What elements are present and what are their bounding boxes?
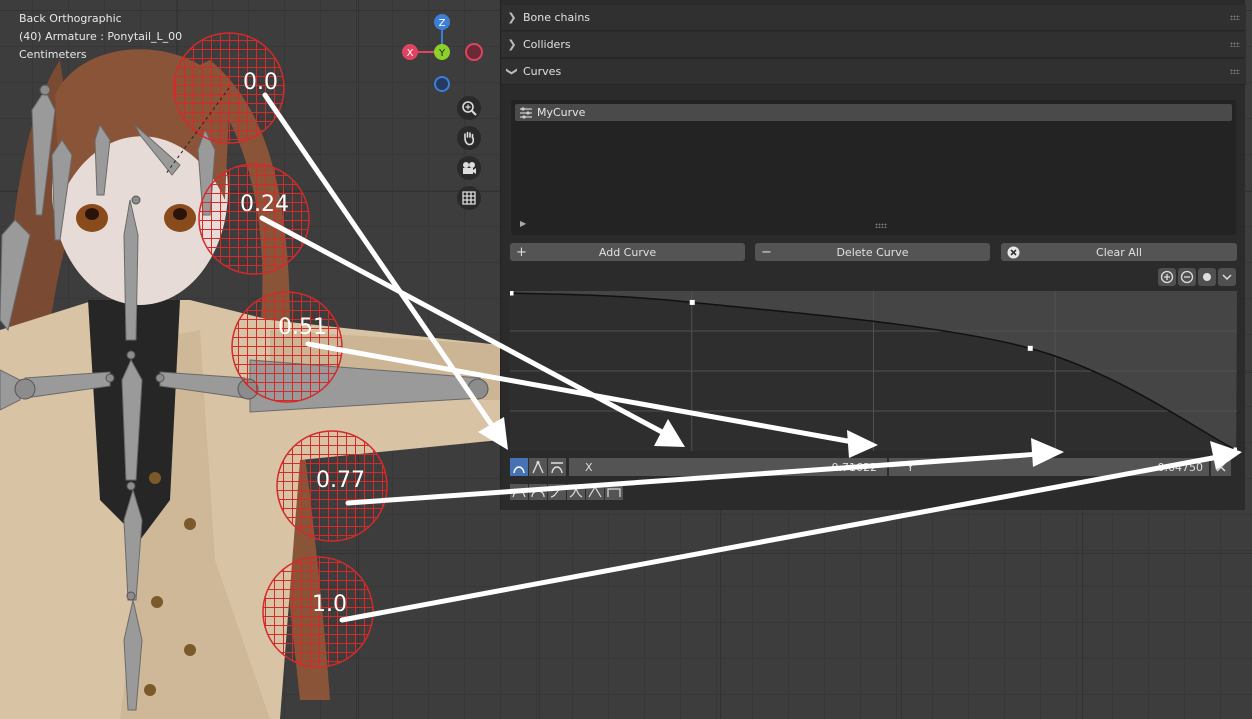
curve-graph[interactable] xyxy=(508,290,1239,453)
zoom-icon[interactable] xyxy=(457,96,481,120)
y-value-field[interactable]: Y 0.64750 xyxy=(889,458,1209,476)
close-circle-icon xyxy=(1007,243,1020,261)
section-bone-chains[interactable]: ❯ Bone chains xyxy=(501,5,1246,31)
hand-pan-icon[interactable] xyxy=(457,126,481,150)
section-label: Curves xyxy=(523,65,562,78)
delete-point-button[interactable] xyxy=(1211,458,1231,476)
gizmo-neg-z xyxy=(434,76,450,92)
y-label: Y xyxy=(907,460,914,474)
auto-handle-icon[interactable] xyxy=(510,458,528,476)
y-value: 0.64750 xyxy=(1157,460,1204,474)
curve-control-point[interactable] xyxy=(1027,345,1033,351)
preset-smooth-icon[interactable] xyxy=(510,484,528,500)
delete-curve-button[interactable]: − Delete Curve xyxy=(755,243,990,261)
camera-icon[interactable] xyxy=(457,156,481,180)
preset-linear-icon[interactable] xyxy=(586,484,604,500)
drag-grip-icon[interactable] xyxy=(1230,69,1240,74)
x-label: X xyxy=(585,460,593,474)
preset-sphere-icon[interactable] xyxy=(529,484,547,500)
preset-constant-icon[interactable] xyxy=(605,484,623,500)
plus-icon: + xyxy=(516,244,527,260)
add-curve-button[interactable]: + Add Curve xyxy=(510,243,745,261)
section-curves[interactable]: ❯ Curves xyxy=(501,59,1246,85)
preset-root-icon[interactable] xyxy=(548,484,566,500)
drag-grip-icon[interactable] xyxy=(1230,42,1240,47)
zoom-in-icon[interactable] xyxy=(1158,268,1176,286)
curve-plot[interactable] xyxy=(508,290,1239,453)
properties-panel: ❯ Bone chains ❯ Colliders ❯ Curves MyCur… xyxy=(500,0,1246,510)
list-resize-grip-icon[interactable] xyxy=(875,223,887,228)
list-item[interactable]: MyCurve xyxy=(515,104,1232,121)
blender-window: Back Orthographic (40) Armature : Ponyta… xyxy=(0,0,1252,719)
navigation-gizmo[interactable]: Z X Y xyxy=(400,10,490,96)
chevron-down-icon[interactable] xyxy=(1218,268,1236,286)
drag-grip-icon[interactable] xyxy=(1230,15,1240,20)
curve-control-point[interactable] xyxy=(508,290,514,296)
curve-list[interactable]: MyCurve ▶ xyxy=(511,100,1236,235)
units-label: Centimeters xyxy=(19,48,87,61)
chevron-right-icon: ❯ xyxy=(507,11,517,24)
svg-text:X: X xyxy=(407,48,414,59)
chevron-down-icon: ❯ xyxy=(505,66,519,77)
svg-text:Y: Y xyxy=(438,48,446,59)
section-label: Colliders xyxy=(523,38,571,51)
dot-icon[interactable] xyxy=(1198,268,1216,286)
list-options-toggle-icon[interactable]: ▶ xyxy=(520,219,526,228)
auto-clamped-handle-icon[interactable] xyxy=(548,458,566,476)
gizmo-neg-x xyxy=(465,43,483,61)
vector-handle-icon[interactable] xyxy=(529,458,547,476)
svg-text:Z: Z xyxy=(439,18,446,29)
clear-all-button[interactable]: Clear All xyxy=(1001,243,1237,261)
curve-control-point[interactable] xyxy=(689,299,695,305)
object-info: (40) Armature : Ponytail_L_00 xyxy=(19,30,183,43)
chevron-right-icon: ❯ xyxy=(507,38,517,51)
minus-icon: − xyxy=(761,244,772,260)
curve-name: MyCurve xyxy=(537,106,586,119)
curve-control-point[interactable] xyxy=(1233,447,1239,453)
zoom-out-icon[interactable] xyxy=(1178,268,1196,286)
x-value: 0.71622 xyxy=(831,460,878,474)
preset-sharp-icon[interactable] xyxy=(567,484,585,500)
grid-icon[interactable] xyxy=(457,186,481,210)
view-name: Back Orthographic xyxy=(19,12,122,25)
section-label: Bone chains xyxy=(523,11,591,24)
section-colliders[interactable]: ❯ Colliders xyxy=(501,32,1246,58)
x-value-field[interactable]: X 0.71622 xyxy=(569,458,887,476)
curve-settings-icon xyxy=(515,106,537,119)
